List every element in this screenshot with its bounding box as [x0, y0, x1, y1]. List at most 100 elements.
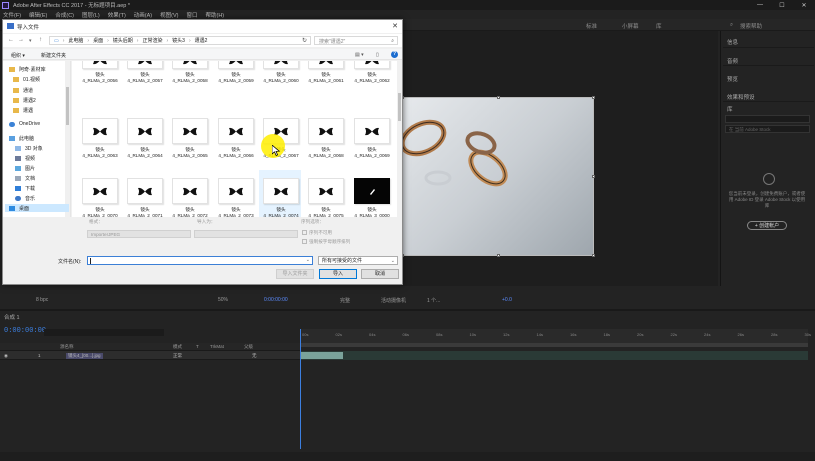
breadcrumb[interactable]: ▭ › 此电脑 › 桌面 › 镜头后期 › 正常渲染 › 镜头3 › 遭遇2 ⌄: [49, 36, 311, 45]
alpha-order-checkbox[interactable]: [302, 239, 307, 244]
file-item[interactable]: 镜头 4_RLMa_2_0068: [304, 110, 346, 162]
timeline-tab[interactable]: 合成 1: [4, 313, 20, 321]
menu-item[interactable]: 帮助(H): [205, 11, 224, 19]
frame-handle[interactable]: [592, 254, 595, 257]
col-t[interactable]: T: [196, 344, 199, 349]
menu-item[interactable]: 图层(L): [82, 11, 100, 19]
file-item[interactable]: 镜头 4_RLMa_2_0065: [168, 110, 210, 162]
time-ruler[interactable]: 00s 02s 04s 06s 08s 10s 12s 14s 16s 18s 20s 22s 24s 2…: [300, 329, 811, 343]
nav-item[interactable]: 文档: [15, 174, 35, 182]
col-mode[interactable]: 模式: [173, 344, 182, 350]
work-area-bar[interactable]: [300, 343, 808, 347]
dialog-close-button[interactable]: ✕: [392, 22, 398, 30]
chevron-down-icon[interactable]: ⌄: [306, 257, 310, 263]
nav-item[interactable]: 01.视频: [13, 75, 40, 83]
library-search-input[interactable]: 在 当前 Adobe Stock: [725, 125, 810, 133]
back-arrow-icon[interactable]: ←: [8, 37, 14, 43]
preview-panel-header[interactable]: 预览: [727, 75, 738, 83]
refresh-icon[interactable]: ↻: [302, 37, 307, 44]
create-account-button[interactable]: + 创建帐户: [747, 221, 787, 230]
close-window-button[interactable]: ✕: [793, 2, 815, 9]
breadcrumb-item[interactable]: 此电脑: [68, 37, 83, 44]
breadcrumb-item[interactable]: 桌面: [93, 37, 103, 44]
menu-item[interactable]: 视图(V): [160, 11, 178, 19]
bit-depth[interactable]: 8 bpc: [36, 297, 48, 303]
recent-chevron-icon[interactable]: ▾: [29, 38, 32, 44]
nav-item[interactable]: 音乐: [15, 194, 35, 202]
nav-item[interactable]: 视频: [15, 154, 35, 162]
effects-presets-header[interactable]: 效果和预设: [727, 93, 755, 101]
organize-button[interactable]: 组织 ▾: [11, 52, 25, 59]
nav-item[interactable]: 下载: [15, 184, 35, 192]
layer-name[interactable]: 镜头4_[00...].jpg: [66, 353, 103, 359]
layer-mode[interactable]: 正常: [173, 353, 182, 359]
nav-item[interactable]: 桌面: [5, 204, 69, 212]
menu-item[interactable]: 文件(F): [3, 11, 21, 19]
camera-select[interactable]: 活动摄像机: [381, 297, 406, 304]
file-item[interactable]: 镜头 4_RLMa_2_0072: [168, 170, 210, 217]
file-item[interactable]: 镜头 4_RLMa_2_0073: [214, 170, 256, 217]
visibility-eye-icon[interactable]: ◉: [4, 353, 8, 359]
breadcrumb-item[interactable]: 镜头后期: [113, 37, 133, 44]
library-select[interactable]: [725, 115, 810, 123]
file-item[interactable]: 镜头 4_RLMa_2_0057: [123, 61, 165, 103]
playhead[interactable]: [300, 329, 301, 449]
help-search-input[interactable]: 搜索帮助: [740, 22, 762, 30]
minimize-button[interactable]: —: [749, 2, 771, 9]
filename-input[interactable]: ⌄: [87, 256, 313, 265]
menu-item[interactable]: 合成(C): [55, 11, 74, 19]
resolution-select[interactable]: 完整: [340, 297, 350, 304]
file-item[interactable]: 镜头 4_RLMa_2_0063: [78, 110, 120, 162]
file-item[interactable]: 镜头 4_RLMa_2_0062: [350, 61, 392, 103]
cancel-button[interactable]: 取消: [361, 269, 399, 279]
file-item[interactable]: 镜头 4_RLMa_2_0064: [123, 110, 165, 162]
info-panel-header[interactable]: 信息: [727, 38, 738, 46]
menu-item[interactable]: 效果(T): [108, 11, 126, 19]
timeline-timecode[interactable]: 0:00:00:00: [4, 327, 46, 335]
file-item[interactable]: 镜头 4_RLMa_2_0069: [350, 110, 392, 162]
file-item[interactable]: 镜头 4_RLMa_2_0071: [123, 170, 165, 217]
menu-item[interactable]: 编辑(E): [29, 11, 47, 19]
file-item[interactable]: 镜头 4_RLMa_2_0056: [78, 61, 120, 103]
file-item[interactable]: 镜头 4_RLMa_2_0066: [214, 110, 256, 162]
layer-row[interactable]: ◉ 1 镜头4_[00...].jpg 正常 无: [0, 351, 300, 360]
viewer-timecode[interactable]: 0:00:00:00: [264, 297, 288, 303]
forward-arrow-icon[interactable]: →: [18, 37, 24, 43]
col-source-name[interactable]: 源名称: [60, 344, 74, 350]
breadcrumb-item[interactable]: 遭遇2: [195, 37, 208, 44]
libraries-header[interactable]: 库: [727, 105, 733, 113]
views-select[interactable]: 1 个...: [427, 297, 440, 304]
zoom-select[interactable]: 50%: [218, 297, 228, 303]
breadcrumb-item[interactable]: 镜头3: [172, 37, 185, 44]
up-arrow-icon[interactable]: ↑: [39, 37, 42, 43]
import-folder-button[interactable]: 导入文件夹: [276, 269, 314, 279]
help-icon[interactable]: ?: [391, 51, 398, 58]
file-grid-scrollbar[interactable]: [397, 61, 402, 217]
layer-duration-bar[interactable]: [301, 352, 343, 359]
folder-search-input[interactable]: 搜索"遭遇2" ⌕: [314, 36, 398, 45]
sequence-checkbox[interactable]: [302, 230, 307, 235]
composition-frame[interactable]: [399, 96, 595, 257]
file-item[interactable]: 镜头 4_RLMa_2_0070: [78, 170, 120, 217]
exposure-offset[interactable]: +0.0: [502, 297, 512, 303]
nav-item[interactable]: 阿奇·素材库: [9, 65, 46, 73]
menu-item[interactable]: 窗口: [186, 11, 197, 19]
col-trkmat[interactable]: TrkMat: [210, 344, 224, 349]
nav-item[interactable]: 此电脑: [9, 134, 34, 142]
nav-item[interactable]: 遭遇2: [13, 96, 36, 104]
workspace-library[interactable]: 库: [656, 22, 662, 30]
timeline-search-input[interactable]: [44, 329, 164, 336]
nav-item[interactable]: 3D 对象: [15, 144, 43, 152]
preview-pane-icon[interactable]: ▯: [376, 52, 379, 58]
file-type-select[interactable]: 所有可接受的文件 ⌄: [318, 256, 398, 265]
help-search-icon[interactable]: ⌕: [730, 22, 733, 29]
file-item[interactable]: 镜头 4_RLMa_2_0074: [259, 170, 301, 217]
nav-item[interactable]: OneDrive: [9, 120, 40, 128]
new-folder-button[interactable]: 新建文件夹: [41, 52, 66, 59]
nav-item[interactable]: 通道: [13, 86, 33, 94]
view-mode-icon[interactable]: ▤ ▾: [355, 52, 364, 58]
frame-handle[interactable]: [497, 254, 500, 257]
frame-handle[interactable]: [497, 96, 500, 99]
frame-handle[interactable]: [592, 96, 595, 99]
maximize-button[interactable]: ☐: [771, 2, 793, 9]
